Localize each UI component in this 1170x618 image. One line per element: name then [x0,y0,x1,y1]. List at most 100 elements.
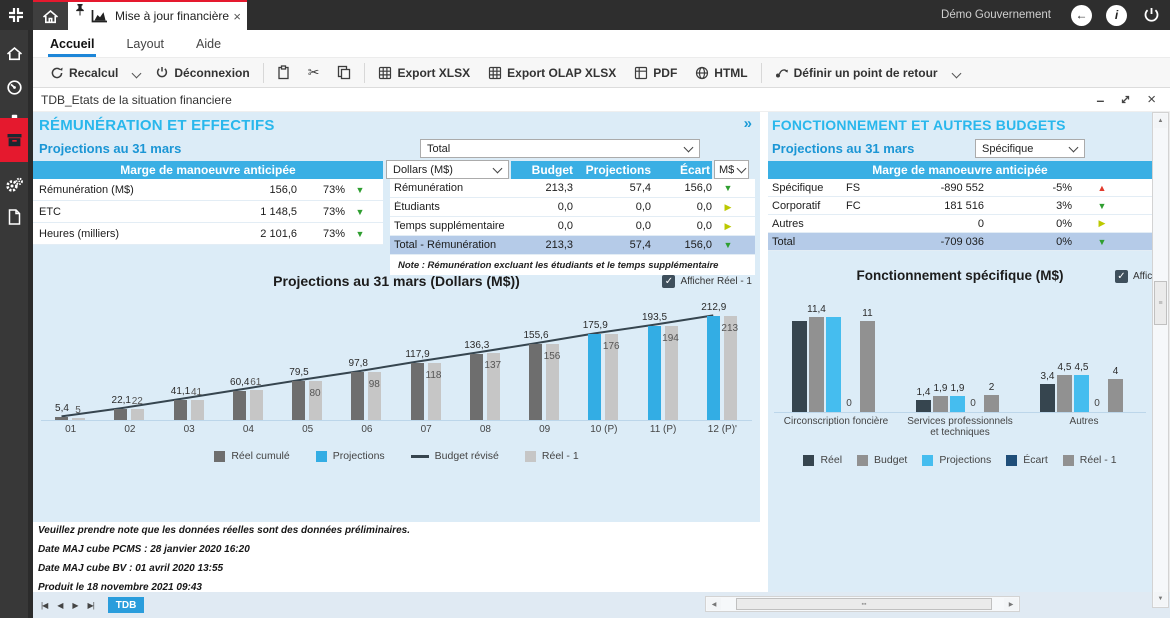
recalcul-button[interactable]: Recalcul [41,61,127,85]
recalcul-dropdown[interactable] [127,64,146,82]
x-tick-label: 11 (P) [649,424,677,435]
document-tab[interactable]: Mise à jour financière × [68,0,247,30]
point-retour-button[interactable]: Définir un point de retour [766,61,947,85]
trend-arrow-icon: ▼ [355,228,365,239]
cut-button[interactable]: ✂ [299,61,329,85]
detail-row[interactable]: Total - Rémunération 213,3 57,4 156,0 ▼ [390,236,755,255]
vertical-scroll-thumb[interactable]: ≡ [1154,281,1167,325]
tab-layout[interactable]: Layout [124,33,166,57]
point-retour-dropdown[interactable] [947,64,966,82]
first-sheet-button[interactable]: |◀ [41,601,48,610]
x-tick-label: 04 [242,424,254,435]
x-tick-label: 05 [302,424,314,435]
export-html-button[interactable]: HTML [686,61,756,85]
budget-row[interactable]: Corporatif FC 181 516 3% ▼ [768,197,1152,215]
budget-row[interactable]: Autres 0 0% ▶ [768,215,1152,233]
legend-swatch [524,450,536,462]
export-pdf-button[interactable]: PDF [625,61,686,85]
paste-button[interactable] [268,61,299,85]
legend-label: Projections [332,450,385,462]
detail-projections: 57,4 [629,239,651,251]
legend-label: Réel cumulé [231,450,290,462]
chevron-down-icon [736,163,747,173]
back-button[interactable]: ← [1071,4,1092,26]
chart2-legend: Réel Budget Projections Écart Réel - 1 [768,454,1152,466]
legend-item: Réel - 1 [1062,454,1117,466]
close-tab-icon[interactable]: × [233,10,241,23]
scroll-up-icon[interactable]: ▲ [1154,114,1167,128]
power-button[interactable] [1141,5,1162,26]
bar-value-label: 11,4 [807,304,826,316]
legend-swatch [1006,454,1018,466]
next-sheet-button[interactable]: ▶ [72,601,78,610]
chart2-plot: 11,4 0 11 1,4 1,9 1,9 0 2 3,4 4,5 4,5 0 4 [774,304,1146,413]
total-select[interactable]: Total [420,139,700,158]
export-olap-xlsx-button[interactable]: Export OLAP XLSX [479,61,625,85]
kpi-row[interactable]: Heures (milliers) 2 101,6 73% ▼ [33,223,383,245]
bar-reel-1 [131,409,145,420]
legend-label: Réel [820,454,843,466]
detail-projections: 57,4 [629,182,651,194]
sidebar-item-documents[interactable] [0,202,28,232]
copy-button[interactable] [328,61,360,85]
sidebar-item-reports[interactable] [0,118,28,162]
afficher-reel-checkbox[interactable]: Afficher Réel - 1 [662,275,752,288]
scroll-down-icon[interactable]: ▼ [1154,592,1167,606]
scroll-left-icon[interactable]: ◀ [707,598,721,610]
minimize-button[interactable]: – [1096,92,1104,108]
sheet-tab-tdb[interactable]: TDB [107,597,145,613]
bar-value-label: 97,8 [348,358,368,370]
budget-row[interactable]: Total -709 036 0% ▼ [768,233,1152,251]
chart2-x-axis: Circonscription foncière Services profess… [774,416,1146,438]
kpi-pct: 73% [322,183,345,196]
horizontal-scroll-thumb[interactable]: ▪▪ [736,598,992,610]
legend-swatch [922,454,934,466]
sidebar-item-settings[interactable] [0,170,28,200]
collapse-icon[interactable] [7,6,25,24]
bar-value-label: 2 [988,382,995,394]
trend-arrow-icon: ▲ [1097,182,1107,193]
export-xlsx-button[interactable]: Export XLSX [369,61,479,85]
kpi-row[interactable]: Rémunération (M$) 156,0 73% ▼ [33,179,383,201]
close-window-button[interactable]: × [1147,91,1156,108]
tab-accueil[interactable]: Accueil [48,33,97,57]
detail-row[interactable]: Étudiants 0,0 0,0 0,0 ▶ [390,198,755,217]
vertical-scrollbar[interactable]: ▲ ▼ ≡ [1152,112,1169,608]
bar-value-label: 156 [543,351,561,363]
prev-sheet-button[interactable]: ◀ [57,601,63,610]
detail-row[interactable]: Rémunération 213,3 57,4 156,0 ▼ [390,179,755,198]
unit-select[interactable]: M$ [714,160,749,179]
detail-ecart: 156,0 [684,239,712,251]
budget-code: FC [846,199,861,212]
home-tab[interactable] [33,0,68,30]
expand-panel-button[interactable]: » [744,115,752,132]
panel-subtitle: Projections au 31 mars [39,141,182,156]
dollars-select[interactable]: Dollars (M$) [386,160,509,179]
last-sheet-button[interactable]: ▶| [88,601,95,610]
bar-value-label: 117,9 [405,348,430,360]
budget-pct: 0% [1056,217,1072,230]
bar-reel-cumule [55,417,68,420]
restore-button[interactable] [1120,94,1131,105]
deconnexion-button[interactable]: Déconnexion [146,61,258,85]
horizontal-scrollbar[interactable]: ◀ ▶ ▪▪ [705,596,1020,612]
sidebar-item-home[interactable] [0,38,28,68]
bar-1 [1057,374,1072,412]
type-select[interactable]: Spécifique [975,139,1085,158]
legend-label: Budget [874,454,908,466]
info-button[interactable]: i [1106,4,1127,26]
x-tick-label: 07 [420,424,432,435]
budget-row[interactable]: Spécifique FS -890 552 -5% ▲ [768,179,1152,197]
bar-value-label: 5 [75,404,81,416]
detail-row[interactable]: Temps supplémentaire 0,0 0,0 0,0 ▶ [390,217,755,236]
legend-item: Réel - 1 [524,450,579,462]
kpi-row[interactable]: ETC 1 148,5 73% ▼ [33,201,383,223]
tab-aide[interactable]: Aide [194,33,223,57]
spreadsheet-icon [379,66,392,79]
afficher-reel-checkbox[interactable]: Afficher Ré [1115,270,1152,283]
scroll-right-icon[interactable]: ▶ [1004,598,1018,610]
sidebar-item-dashboard[interactable] [0,72,28,102]
info-icon: i [1114,8,1119,22]
detail-ecart: 0,0 [696,201,712,213]
window-title-bar: TDB_Etats de la situation financiere – × [33,88,1170,112]
